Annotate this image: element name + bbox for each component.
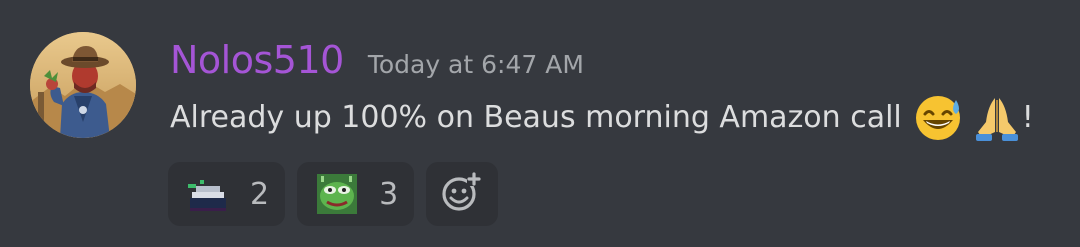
message-text: Already up 100% on Beaus morning Amazon … (170, 99, 902, 135)
reactions-bar: 2 3 (168, 162, 499, 226)
message-content: Already up 100% on Beaus morning Amazon … (170, 92, 1034, 142)
timestamp: Today at 6:47 AM (367, 50, 584, 79)
reaction-count: 2 (250, 176, 270, 212)
message-text-suffix: ! (1021, 99, 1034, 135)
message-header: Nolos510 Today at 6:47 AM (170, 38, 584, 82)
username[interactable]: Nolos510 (170, 38, 344, 82)
money-stack-emoji (186, 174, 230, 214)
reaction-money-stack[interactable]: 2 (168, 162, 286, 226)
reaction-count: 3 (379, 176, 399, 212)
add-reaction-button[interactable] (426, 162, 499, 226)
avatar[interactable] (30, 32, 136, 138)
reaction-pepe-frog[interactable]: 3 (297, 162, 415, 226)
avatar-image (30, 32, 136, 138)
add-reaction-icon (441, 171, 483, 217)
chat-message: Nolos510 Today at 6:47 AM Already up 100… (0, 0, 1080, 247)
pepe-frog-emoji (315, 172, 359, 216)
grinning-sweat-emoji (912, 92, 968, 142)
folded-hands-emoji (974, 92, 1020, 142)
